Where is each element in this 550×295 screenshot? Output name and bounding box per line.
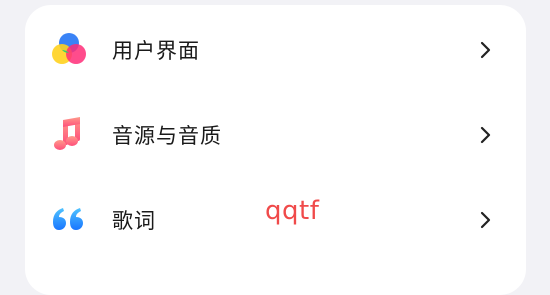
menu-item-label: 音源与音质 (112, 124, 222, 148)
menu-item-label: 用户界面 (112, 39, 200, 63)
chevron-right-icon (478, 125, 494, 145)
chevron-right-icon (478, 210, 494, 230)
chevron-right-icon (478, 40, 494, 60)
menu-item-sound-quality[interactable]: 音源与音质 (25, 92, 526, 178)
overlay-text: qqtf (265, 196, 320, 226)
color-palette-icon (47, 28, 91, 72)
settings-card: 用户界面 音源与音质 歌词 (25, 5, 526, 295)
music-note-icon (47, 113, 91, 157)
quote-icon (47, 198, 91, 242)
menu-item-user-interface[interactable]: 用户界面 (25, 7, 526, 93)
menu-item-label: 歌词 (112, 209, 156, 233)
